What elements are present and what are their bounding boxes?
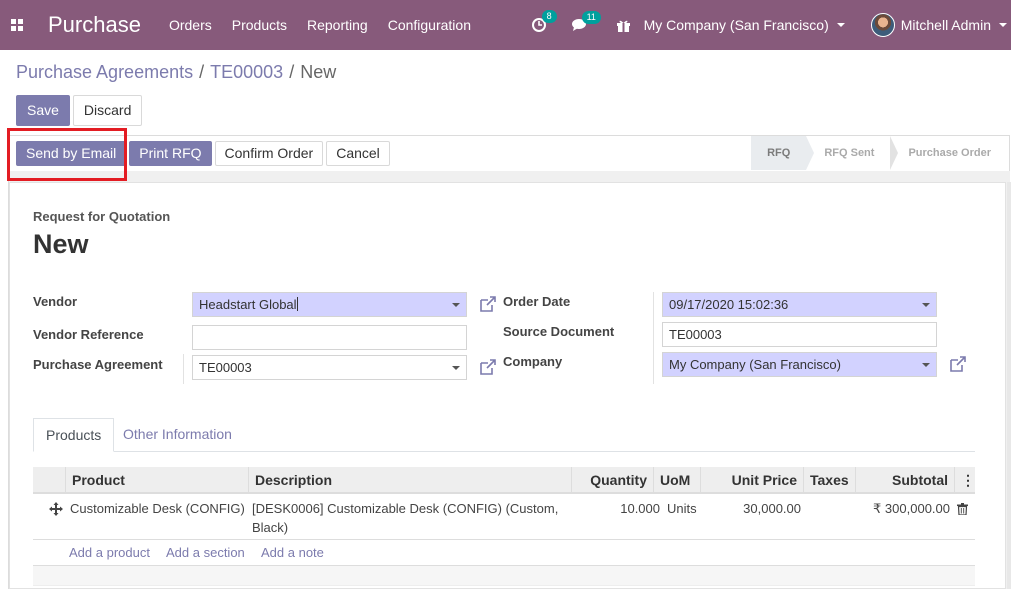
source-document-label: Source Document [503, 324, 615, 339]
status-step-rfq-sent[interactable]: RFQ Sent [806, 136, 899, 170]
column-header-product[interactable]: Product [65, 467, 248, 494]
trash-icon[interactable] [957, 503, 968, 515]
uom-cell[interactable]: Units [667, 499, 707, 518]
order-date-field[interactable]: 09/17/2020 15:02:36 [662, 292, 937, 317]
unit-price-cell[interactable]: 30,000.00 [704, 499, 801, 518]
column-header-subtotal[interactable]: Subtotal [855, 467, 954, 494]
empty-table-row [33, 566, 975, 586]
company-switcher-label: My Company (San Francisco) [643, 17, 829, 33]
user-menu[interactable]: Mitchell Admin [870, 13, 1007, 37]
drag-handle-icon[interactable] [49, 502, 63, 516]
activity-badge: 8 [541, 10, 557, 23]
vendor-field[interactable]: Headstart Global [192, 292, 467, 317]
column-header-quantity[interactable]: Quantity [571, 467, 653, 494]
column-header-description[interactable]: Description [248, 467, 571, 494]
top-navbar: Purchase Orders Products Reporting Confi… [0, 0, 1011, 50]
table-row[interactable]: Customizable Desk (CONFIG) [DESK0006] Cu… [33, 494, 975, 540]
company-switcher[interactable]: My Company (San Francisco) [644, 17, 845, 33]
text-cursor [296, 297, 298, 311]
menu-orders[interactable]: Orders [169, 17, 212, 33]
breadcrumb-current: New [300, 62, 337, 82]
statusbar: Send by Email Print RFQ Confirm Order Ca… [8, 135, 1010, 171]
add-note-link[interactable]: Add a note [261, 545, 324, 560]
breadcrumb-separator: / [289, 62, 295, 82]
menu-configuration[interactable]: Configuration [388, 17, 471, 33]
divider [183, 354, 184, 384]
vendor-reference-label: Vendor Reference [33, 327, 144, 342]
confirm-order-button[interactable]: Confirm Order [214, 141, 324, 166]
add-product-link[interactable]: Add a product [69, 545, 150, 560]
record-title: New [33, 229, 89, 259]
messaging-menu[interactable]: 11 [571, 10, 601, 32]
status-step-purchase-order[interactable]: Purchase Order [890, 136, 1009, 170]
apps-menu-icon[interactable] [0, 0, 34, 50]
title-label: Request for Quotation [33, 209, 171, 224]
activity-menu[interactable]: 8 [531, 10, 557, 32]
breadcrumb-agreement[interactable]: TE00003 [210, 62, 283, 82]
add-section-link[interactable]: Add a section [166, 545, 245, 560]
description-cell[interactable]: [DESK0006] Customizable Desk (CONFIG) (C… [252, 499, 567, 537]
notebook-tabs: Products Other Information [33, 418, 975, 452]
quantity-cell[interactable]: 10.000 [575, 499, 660, 518]
vendor-label: Vendor [33, 294, 78, 309]
divider [653, 292, 654, 384]
user-name: Mitchell Admin [900, 17, 991, 33]
discard-button[interactable]: Discard [72, 95, 143, 126]
gift-icon[interactable] [616, 19, 630, 32]
product-cell[interactable]: Customizable Desk (CONFIG) [70, 499, 248, 518]
scrollbar[interactable] [1007, 182, 1011, 589]
status-step-rfq[interactable]: RFQ [751, 136, 815, 170]
company-label: Company [503, 354, 563, 369]
external-link-icon[interactable] [948, 354, 968, 374]
caret-down-icon [922, 303, 930, 307]
cancel-button[interactable]: Cancel [326, 141, 390, 166]
caret-down-icon [922, 363, 930, 367]
messages-badge: 11 [581, 10, 601, 24]
app-title[interactable]: Purchase [48, 12, 141, 38]
purchase-agreement-label: Purchase Agreement [33, 357, 163, 372]
order-date-label: Order Date [503, 294, 571, 309]
add-line-row: Add a product Add a section Add a note [33, 540, 975, 566]
source-document-field[interactable]: TE00003 [662, 322, 937, 347]
column-header-taxes[interactable]: Taxes [803, 467, 855, 494]
print-rfq-button[interactable]: Print RFQ [129, 141, 212, 166]
company-field[interactable]: My Company (San Francisco) [662, 352, 937, 377]
avatar [870, 13, 895, 37]
breadcrumb-purchase-agreements[interactable]: Purchase Agreements [16, 62, 193, 82]
order-lines-table: Product Description Quantity UoM Unit Pr… [33, 467, 975, 586]
column-header-unit-price[interactable]: Unit Price [700, 467, 803, 494]
optional-columns-icon[interactable]: ⋮ [954, 467, 975, 494]
save-button[interactable]: Save [16, 95, 70, 126]
vendor-reference-field[interactable] [192, 325, 467, 350]
order-date-value: 09/17/2020 15:02:36 [669, 297, 789, 312]
breadcrumb-separator: / [199, 62, 205, 82]
table-header: Product Description Quantity UoM Unit Pr… [33, 467, 975, 494]
subtotal-cell: ₹ 300,000.00 [873, 501, 950, 516]
chevron-down-icon [836, 23, 845, 27]
company-value: My Company (San Francisco) [669, 357, 841, 372]
external-link-icon[interactable] [478, 357, 498, 377]
chevron-down-icon [999, 23, 1007, 27]
status-steps: RFQ RFQ Sent Purchase Order [751, 136, 1009, 170]
menu-products[interactable]: Products [232, 17, 287, 33]
purchase-agreement-field[interactable]: TE00003 [192, 355, 467, 380]
tab-products[interactable]: Products [33, 418, 115, 452]
purchase-agreement-value: TE00003 [199, 360, 252, 375]
vendor-value: Headstart Global [199, 297, 297, 312]
column-header-uom[interactable]: UoM [653, 467, 700, 494]
external-link-icon[interactable] [478, 294, 498, 314]
highlight-box [7, 128, 127, 181]
caret-down-icon [452, 303, 460, 307]
breadcrumb: Purchase Agreements / TE00003/New [16, 62, 336, 83]
menu-reporting[interactable]: Reporting [307, 17, 368, 33]
handle-column-header [33, 467, 65, 494]
form-control-buttons: Save Discard [16, 95, 145, 126]
tab-other-information[interactable]: Other Information [111, 418, 244, 452]
caret-down-icon [452, 366, 460, 370]
